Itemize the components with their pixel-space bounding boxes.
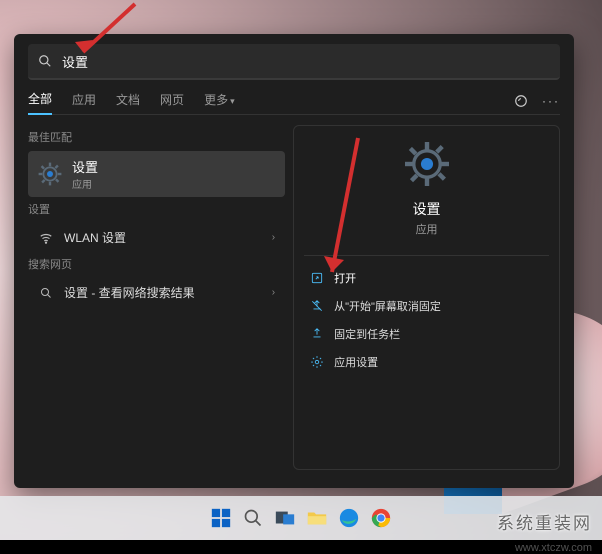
search-taskbar-icon[interactable] [240, 505, 266, 531]
search-tabs: 全部 应用 文档 网页 更多▾ ··· [28, 90, 560, 115]
best-match-label: 最佳匹配 [28, 129, 285, 145]
tab-apps[interactable]: 应用 [72, 91, 96, 114]
edge-icon[interactable] [336, 505, 362, 531]
chrome-icon[interactable] [368, 505, 394, 531]
action-pin-taskbar[interactable]: 固定到任务栏 [304, 320, 549, 348]
result-wlan-settings[interactable]: WLAN 设置 › [28, 223, 285, 252]
watermark-text: 系统重装网 [497, 509, 592, 534]
gear-icon [310, 355, 324, 369]
web-section-label: 搜索网页 [28, 256, 285, 272]
settings-section-label: 设置 [28, 201, 285, 217]
search-icon [38, 287, 54, 299]
detail-pane: 设置 应用 打开 从"开始"屏幕取消固定 固定到任务栏 应用设置 [293, 125, 560, 470]
more-options-icon[interactable]: ··· [542, 94, 560, 111]
detail-subtitle: 应用 [304, 221, 549, 237]
best-match-subtitle: 应用 [72, 176, 98, 191]
result-label: WLAN 设置 [64, 229, 126, 246]
task-view-icon[interactable] [272, 505, 298, 531]
action-label: 打开 [334, 270, 356, 286]
detail-title: 设置 [304, 199, 549, 219]
watermark-url: www.xtczw.com [515, 542, 592, 554]
unpin-icon [310, 299, 324, 313]
start-button[interactable] [208, 505, 234, 531]
detail-divider [304, 255, 549, 256]
search-box[interactable] [28, 44, 560, 80]
open-icon [310, 271, 324, 285]
best-match-title: 设置 [72, 157, 98, 176]
chevron-down-icon: ▾ [230, 96, 235, 106]
tab-web[interactable]: 网页 [160, 91, 184, 114]
result-web-search[interactable]: 设置 - 查看网络搜索结果 › [28, 278, 285, 307]
gear-icon [405, 142, 449, 186]
action-label: 固定到任务栏 [334, 326, 400, 342]
results-column: 最佳匹配 设置 应用 设置 WLAN 设置 › 搜索网页 [28, 125, 293, 470]
wifi-icon [38, 231, 54, 245]
search-icon [38, 54, 52, 68]
result-label: 设置 - 查看网络搜索结果 [64, 284, 195, 301]
pin-icon [310, 327, 324, 341]
tab-all[interactable]: 全部 [28, 90, 52, 115]
tab-more[interactable]: 更多▾ [204, 91, 235, 114]
file-explorer-icon[interactable] [304, 505, 330, 531]
chevron-right-icon: › [272, 232, 275, 243]
settings-link-icon[interactable] [514, 94, 528, 111]
action-label: 从"开始"屏幕取消固定 [334, 298, 441, 314]
start-search-panel: 全部 应用 文档 网页 更多▾ ··· 最佳匹配 设置 应用 [14, 34, 574, 488]
best-match-item[interactable]: 设置 应用 [28, 151, 285, 197]
action-unpin-start[interactable]: 从"开始"屏幕取消固定 [304, 292, 549, 320]
search-input[interactable] [60, 53, 550, 70]
tab-documents[interactable]: 文档 [116, 91, 140, 114]
chevron-right-icon: › [272, 287, 275, 298]
action-open[interactable]: 打开 [304, 264, 549, 292]
action-app-settings[interactable]: 应用设置 [304, 348, 549, 376]
gear-icon [38, 162, 62, 186]
action-label: 应用设置 [334, 354, 378, 370]
